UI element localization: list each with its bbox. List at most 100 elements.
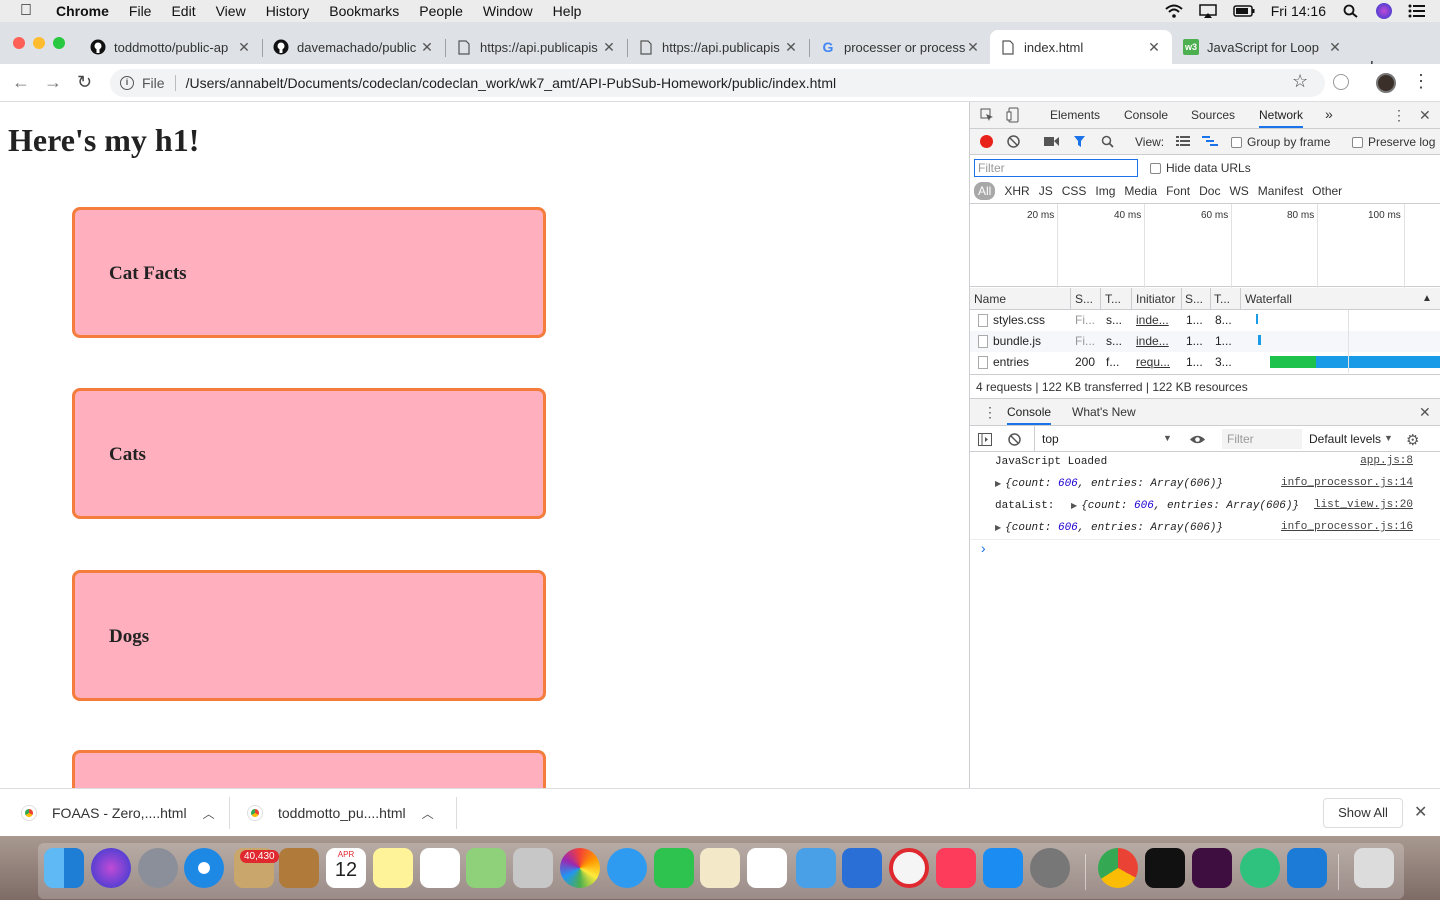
news-icon[interactable]: [889, 848, 929, 888]
siri-dock-icon[interactable]: [91, 848, 131, 888]
numbers-icon[interactable]: [747, 848, 787, 888]
sidebar-toggle-icon[interactable]: [978, 433, 992, 446]
close-tab-icon[interactable]: ✕: [783, 39, 799, 56]
url-text[interactable]: /Users/annabelt/Documents/codeclan/codec…: [186, 75, 837, 91]
calculator-icon[interactable]: [513, 848, 553, 888]
live-expression-eye-icon[interactable]: [1189, 434, 1206, 445]
close-window-button[interactable]: [13, 37, 25, 49]
overview-icon[interactable]: [1202, 136, 1218, 147]
filter-js[interactable]: JS: [1039, 184, 1053, 198]
menu-people[interactable]: People: [419, 3, 463, 19]
music-icon[interactable]: [936, 848, 976, 888]
menu-window[interactable]: Window: [483, 3, 533, 19]
tab-davemachado[interactable]: davemachado/public ✕: [263, 30, 446, 64]
back-icon[interactable]: ←: [12, 72, 30, 93]
tab-elements[interactable]: Elements: [1050, 108, 1100, 122]
console-object[interactable]: dataList: ▶ {count: 606, entries: Array(6…: [995, 500, 1299, 512]
row-initiator[interactable]: inde...: [1136, 334, 1169, 348]
tab-console[interactable]: Console: [1124, 108, 1168, 122]
atom-icon[interactable]: [1240, 848, 1280, 888]
menu-view[interactable]: View: [216, 3, 246, 19]
contacts-icon[interactable]: [279, 848, 319, 888]
minimize-window-button[interactable]: [33, 37, 45, 49]
levels-dropdown-icon[interactable]: ▼: [1384, 433, 1393, 443]
tab-w3schools[interactable]: w3 JavaScript for Loop ✕: [1173, 30, 1353, 64]
tab-google-search[interactable]: G processer or process ✕: [810, 30, 991, 64]
menu-history[interactable]: History: [266, 3, 310, 19]
keynote-icon[interactable]: [842, 848, 882, 888]
log-levels-dropdown[interactable]: Default levels: [1309, 432, 1381, 446]
filter-xhr[interactable]: XHR: [1004, 184, 1029, 198]
filter-ws[interactable]: WS: [1229, 184, 1248, 198]
tab-sources[interactable]: Sources: [1191, 108, 1235, 122]
close-tab-icon[interactable]: ✕: [419, 39, 435, 56]
card-cats[interactable]: Cats: [72, 388, 546, 519]
close-tab-icon[interactable]: ✕: [236, 39, 252, 56]
menu-chrome[interactable]: Chrome: [56, 3, 109, 19]
zoom-window-button[interactable]: [53, 37, 65, 49]
col-type[interactable]: T...: [1105, 292, 1121, 306]
bookmark-star-icon[interactable]: ☆: [1292, 71, 1308, 92]
profile-avatar[interactable]: [1376, 73, 1396, 93]
app-store-icon[interactable]: [983, 848, 1023, 888]
network-row[interactable]: bundle.js Fi... s... inde... 1... 1...: [970, 331, 1440, 352]
clear-icon[interactable]: [1007, 135, 1020, 148]
col-waterfall[interactable]: Waterfall: [1245, 292, 1292, 306]
drawer-tab-console[interactable]: Console: [1007, 405, 1052, 425]
col-initiator[interactable]: Initiator: [1136, 292, 1175, 306]
finder-icon[interactable]: [44, 848, 84, 888]
forward-icon[interactable]: →: [44, 72, 62, 93]
menubar-clock[interactable]: Fri 14:16: [1271, 3, 1326, 19]
safari-icon[interactable]: [184, 848, 224, 888]
reload-icon[interactable]: ↻: [77, 72, 92, 93]
facetime-icon[interactable]: [654, 848, 694, 888]
chevron-up-icon[interactable]: ︿: [422, 805, 434, 822]
close-downloads-icon[interactable]: ✕: [1414, 802, 1427, 822]
tableplus-icon[interactable]: [796, 848, 836, 888]
card-dogs[interactable]: Dogs: [72, 570, 546, 701]
tab-network[interactable]: Network: [1259, 108, 1304, 128]
expand-triangle-icon[interactable]: ▶: [995, 523, 1001, 533]
clear-console-icon[interactable]: [1008, 433, 1021, 446]
card-partial[interactable]: [72, 750, 546, 788]
close-tab-icon[interactable]: ✕: [601, 39, 617, 56]
menu-edit[interactable]: Edit: [171, 3, 195, 19]
reminders-icon[interactable]: [420, 848, 460, 888]
devtools-menu-icon[interactable]: ⋮: [1392, 107, 1406, 124]
filter-img[interactable]: Img: [1095, 184, 1115, 198]
calendar-icon[interactable]: APR 12: [326, 848, 366, 888]
col-size[interactable]: S...: [1185, 292, 1203, 306]
filter-css[interactable]: CSS: [1062, 184, 1087, 198]
col-time[interactable]: T...: [1214, 292, 1230, 306]
wifi-icon[interactable]: [1165, 4, 1183, 18]
chrome-menu-icon[interactable]: ⋮: [1412, 71, 1430, 92]
show-all-downloads-button[interactable]: Show All: [1323, 798, 1403, 828]
close-tab-icon[interactable]: ✕: [965, 39, 981, 56]
chrome-dock-icon[interactable]: [1098, 848, 1138, 888]
console-object[interactable]: ▶ {count: 606, entries: Array(606)}: [995, 522, 1223, 534]
siri-icon[interactable]: [1376, 3, 1392, 19]
console-message[interactable]: ▶ {count: 606, entries: Array(606)} info_…: [970, 518, 1440, 540]
console-message[interactable]: dataList: ▶ {count: 606, entries: Array(6…: [970, 496, 1440, 518]
extension-icon[interactable]: [1333, 74, 1349, 90]
preserve-log-checkbox[interactable]: Preserve log: [1352, 135, 1435, 149]
close-tab-icon[interactable]: ✕: [1146, 39, 1162, 56]
download-item[interactable]: toddmotto_pu....html ︿: [248, 789, 434, 837]
console-source-link[interactable]: info_processor.js:16: [1281, 521, 1413, 533]
drawer-tab-whats-new[interactable]: What's New: [1072, 405, 1136, 419]
close-devtools-icon[interactable]: ✕: [1419, 107, 1431, 124]
group-by-frame-checkbox[interactable]: Group by frame: [1231, 135, 1330, 149]
download-item[interactable]: FOAAS - Zero,....html ︿: [22, 789, 215, 837]
expand-triangle-icon[interactable]: ▶: [995, 479, 1001, 489]
filter-icon[interactable]: [1073, 135, 1086, 148]
spotlight-icon[interactable]: [1342, 4, 1360, 18]
menu-help[interactable]: Help: [553, 3, 582, 19]
network-overview-timeline[interactable]: 20 ms 40 ms 60 ms 80 ms 100 ms: [970, 203, 1440, 288]
filter-doc[interactable]: Doc: [1199, 184, 1220, 198]
more-tabs-icon[interactable]: »: [1325, 106, 1333, 122]
hide-data-urls-checkbox[interactable]: Hide data URLs: [1150, 161, 1251, 175]
record-icon[interactable]: [980, 135, 993, 148]
row-initiator[interactable]: inde...: [1136, 313, 1169, 327]
console-settings-gear-icon[interactable]: ⚙: [1406, 431, 1419, 449]
console-object[interactable]: ▶ {count: 606, entries: Array(606)}: [995, 478, 1223, 490]
